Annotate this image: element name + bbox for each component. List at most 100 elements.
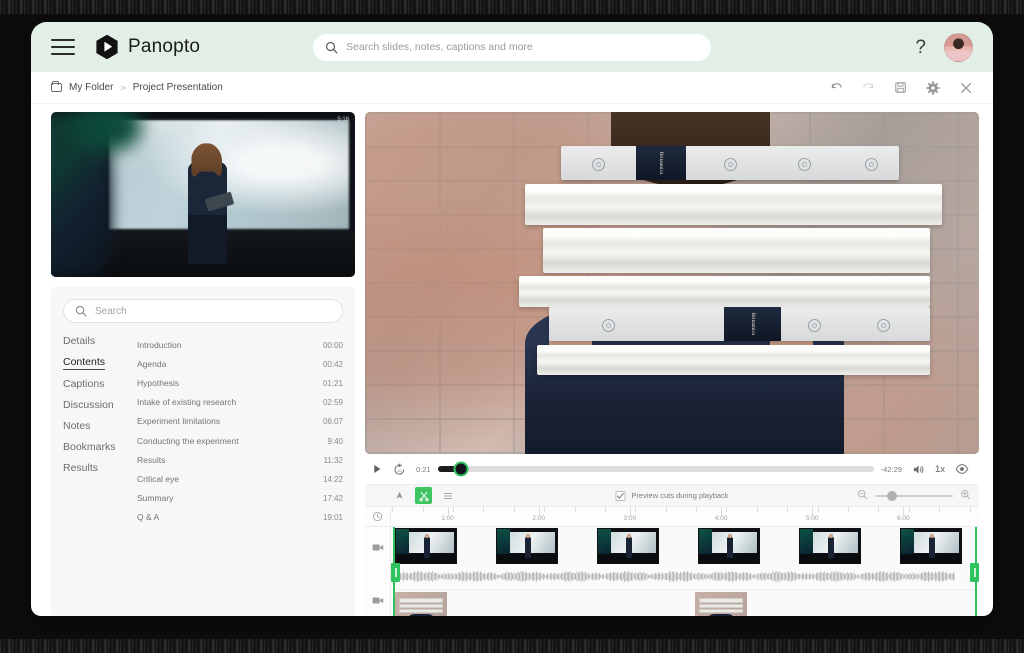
video-track-primary[interactable] [395,528,975,566]
clip-thumbnail[interactable] [395,528,457,564]
clip-thumbnail[interactable] [695,592,747,616]
avatar[interactable] [944,33,973,62]
replay-10-button[interactable]: 10 [393,463,406,476]
save-button[interactable] [894,81,907,94]
trim-handle-left[interactable] [391,563,400,582]
ruler-tick-minor [635,507,636,512]
panel-tab-bookmarks[interactable]: Bookmarks [63,441,131,454]
contents-row[interactable]: Experiment limitations06:07 [137,412,343,431]
redo-button[interactable] [862,81,875,94]
clip-thumbnail[interactable] [698,528,760,564]
contents-row[interactable]: Summary17:42 [137,489,343,508]
zoom-out-button[interactable] [857,487,868,505]
playback-speed-button[interactable]: 1x [935,464,945,475]
trim-handle-right[interactable] [970,563,979,582]
contents-row[interactable]: Critical eye14:22 [137,469,343,488]
camera-icon [372,596,384,605]
clip-thumbnail[interactable] [900,528,962,564]
hamburger-icon[interactable] [51,39,75,55]
ruler-tick-major [903,507,904,515]
thumb-presenter-head [829,534,834,537]
checkbox-box[interactable] [615,491,625,501]
progress-handle[interactable] [454,462,469,477]
main-video-stage[interactable]: Britannica Britannica [365,112,979,454]
clip-strip-primary[interactable] [395,528,962,564]
breadcrumb-bar: My Folder > Project Presentation [31,72,993,104]
ruler-tick-major [630,507,631,515]
progress-slider[interactable] [438,466,874,472]
ruler-tick-minor [544,507,545,512]
contents-row[interactable]: Agenda00:42 [137,354,343,373]
clip-thumbnail[interactable] [799,528,861,564]
contents-title: Critical eye [137,474,187,484]
ruler-tick-minor [605,507,606,512]
bezel-texture-bottom [0,639,1024,653]
panel-tab-contents[interactable]: Contents [63,356,105,370]
contents-timestamp: 19:01 [323,513,343,522]
panel-search-input[interactable] [95,306,331,317]
contents-row[interactable]: Hypothesis01:21 [137,373,343,392]
ruler-tick-minor [575,507,576,512]
contents-timestamp: 01:21 [323,379,343,388]
preview-cuts-checkbox[interactable]: Preview cuts during playback [615,491,728,501]
clip-thumbnail[interactable] [597,528,659,564]
thumb-screen [914,532,958,553]
audio-waveform [395,567,955,586]
book-slab-2 [543,228,930,272]
breadcrumb-current[interactable]: Project Presentation [133,82,223,93]
ruler-tick-minor [696,507,697,512]
ruler-tick-major [448,507,449,515]
contents-row[interactable]: Introduction00:00 [137,335,343,354]
book-slab-4 [537,345,930,376]
panel-tab-results[interactable]: Results [63,462,131,475]
thumb-presenter [929,536,936,557]
zoom-slider[interactable] [875,495,953,497]
timeline-ruler[interactable]: 1:002:003:004:005:006:00 [365,507,979,527]
volume-button[interactable] [912,463,925,476]
visibility-button[interactable] [955,462,969,476]
ruler-scale[interactable]: 1:002:003:004:005:006:00 [391,507,979,526]
list-tool[interactable] [439,487,456,504]
panel-search[interactable] [63,299,343,323]
svg-text:10: 10 [398,469,402,473]
settings-button[interactable] [926,81,940,95]
panel-tab-notes[interactable]: Notes [63,420,131,433]
clip-thumbnail[interactable] [496,528,558,564]
ruler-tick-label: 6:00 [897,515,910,522]
global-search[interactable] [313,34,711,61]
ruler-tick-minor [909,507,910,512]
help-button[interactable]: ? [915,38,926,57]
undo-button[interactable] [830,81,843,94]
breadcrumb-root[interactable]: My Folder [69,82,113,93]
contents-row[interactable]: Conducting the experiment9:40 [137,431,343,450]
presenter-video-thumbnail[interactable]: 5:18 [51,112,355,277]
panel-tab-details[interactable]: Details [63,335,131,348]
contents-timestamp: 17:42 [323,494,343,503]
thumb-screen [712,532,756,553]
scissors-icon [418,490,430,502]
play-button[interactable] [371,463,383,475]
panel-tab-discussion[interactable]: Discussion [63,399,131,412]
panel-tab-captions[interactable]: Captions [63,378,131,391]
thumb-presenter-head [526,534,531,537]
close-button[interactable] [959,81,973,95]
ruler-tick-minor [878,507,879,512]
undo-icon [830,81,843,94]
contents-row[interactable]: Intake of existing research02:59 [137,393,343,412]
select-tool[interactable] [391,487,408,504]
brand-logo[interactable]: Panopto [95,34,200,60]
zoom-in-button[interactable] [960,487,971,505]
cut-tool[interactable] [415,487,432,504]
zoom-slider-handle[interactable] [887,491,897,501]
contents-row[interactable]: Q & A19:01 [137,508,343,527]
video-track-secondary[interactable] [395,589,975,616]
ruler-tick-major [539,507,540,515]
thumb-book [699,598,743,603]
track-area[interactable] [391,527,979,616]
thumb-presenter-head [728,534,733,537]
clip-thumbnail[interactable] [395,592,447,616]
audio-track[interactable] [395,567,975,586]
contents-row[interactable]: Results11:32 [137,450,343,469]
search-input[interactable] [346,41,699,53]
thumb-book [399,609,443,613]
